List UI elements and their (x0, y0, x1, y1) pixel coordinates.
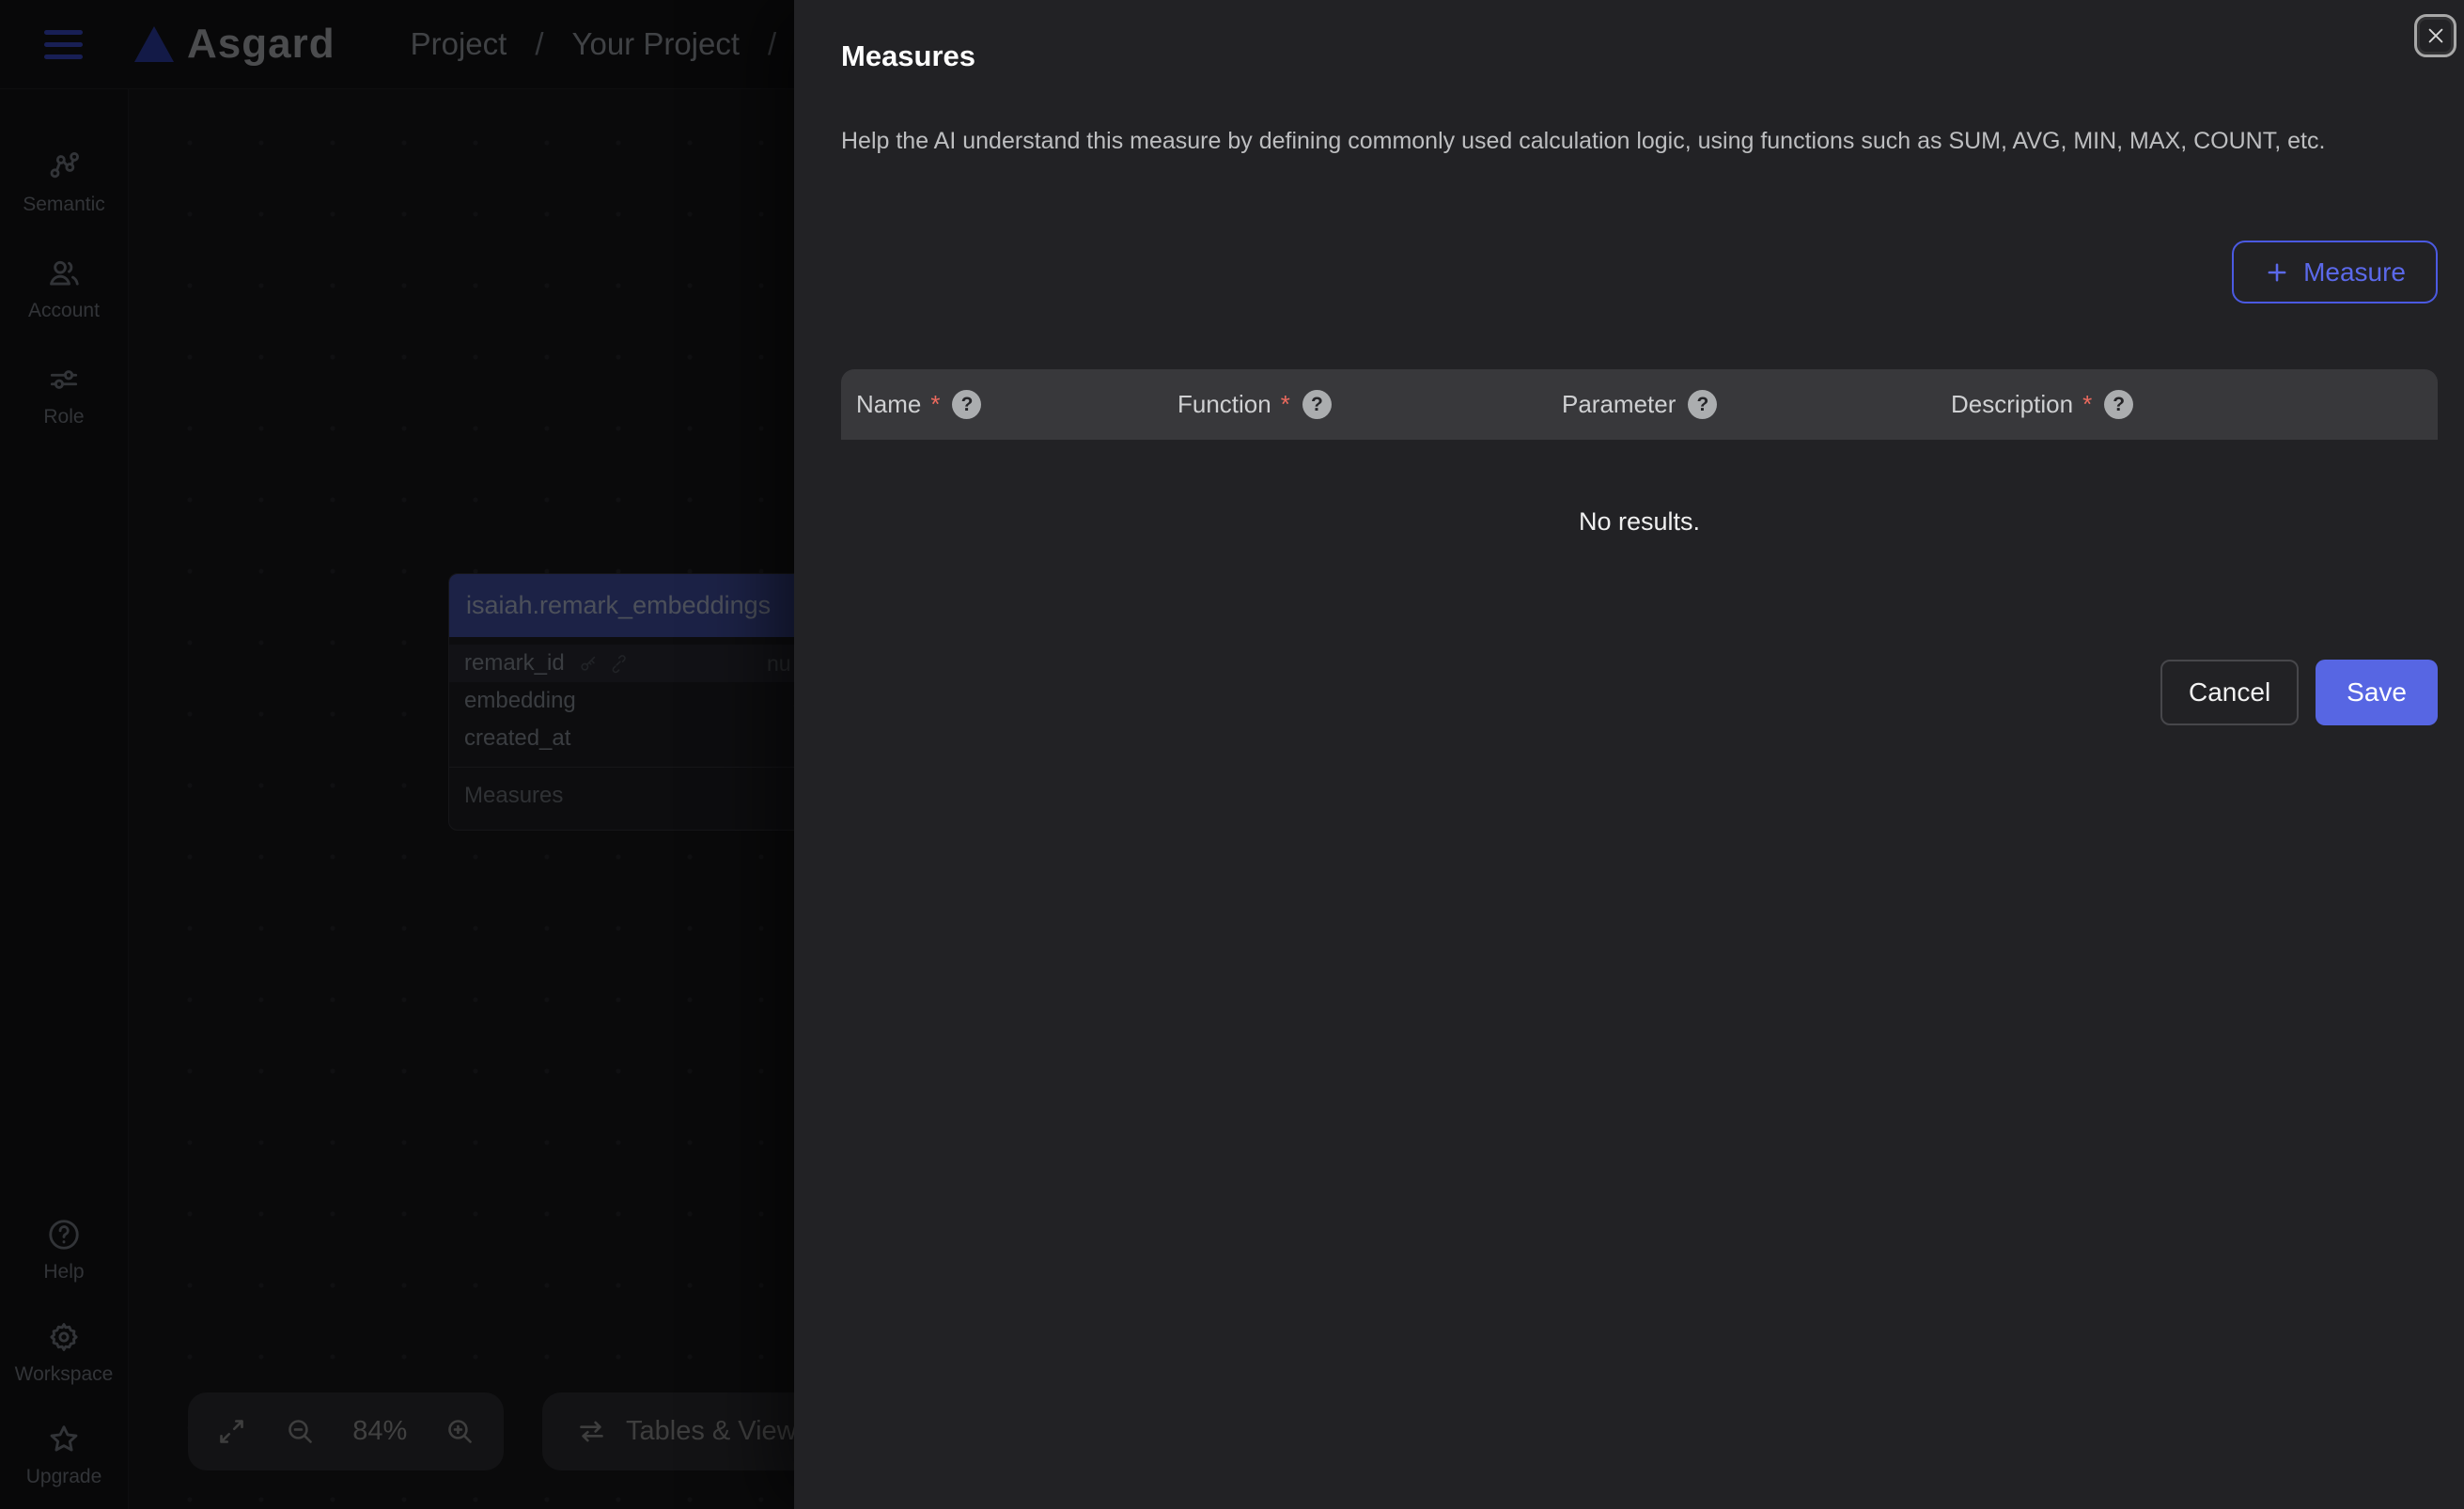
save-button[interactable]: Save (2316, 660, 2438, 725)
panel-title: Measures (841, 39, 975, 73)
help-icon[interactable]: ? (2104, 390, 2133, 419)
measures-table: Name * ? Function * ? Parameter ? Descri… (841, 369, 2438, 537)
help-icon[interactable]: ? (952, 390, 981, 419)
empty-state-text: No results. (841, 440, 2438, 537)
measures-panel: Measures Help the AI understand this mea… (794, 0, 2464, 1509)
panel-actions: Cancel Save (2160, 660, 2438, 725)
cancel-button[interactable]: Cancel (2160, 660, 2299, 725)
column-header-label: Description (1951, 390, 2073, 419)
required-marker: * (2082, 390, 2092, 419)
column-header-label: Function (1177, 390, 1271, 419)
help-icon[interactable]: ? (1688, 390, 1717, 419)
column-header-label: Parameter (1562, 390, 1676, 419)
column-header-description: Description * ? (1951, 390, 2438, 419)
close-icon (2425, 25, 2446, 46)
measures-table-header: Name * ? Function * ? Parameter ? Descri… (841, 369, 2438, 440)
column-header-name: Name * ? (841, 390, 1177, 419)
help-icon[interactable]: ? (1302, 390, 1332, 419)
column-header-parameter: Parameter ? (1562, 390, 1951, 419)
column-header-label: Name (856, 390, 921, 419)
plus-icon (2264, 259, 2290, 286)
close-panel-button[interactable] (2414, 14, 2456, 57)
required-marker: * (1281, 390, 1290, 419)
required-marker: * (930, 390, 940, 419)
panel-description: Help the AI understand this measure by d… (841, 122, 2345, 160)
add-measure-label: Measure (2303, 257, 2406, 288)
add-measure-button[interactable]: Measure (2232, 241, 2438, 303)
column-header-function: Function * ? (1177, 390, 1562, 419)
